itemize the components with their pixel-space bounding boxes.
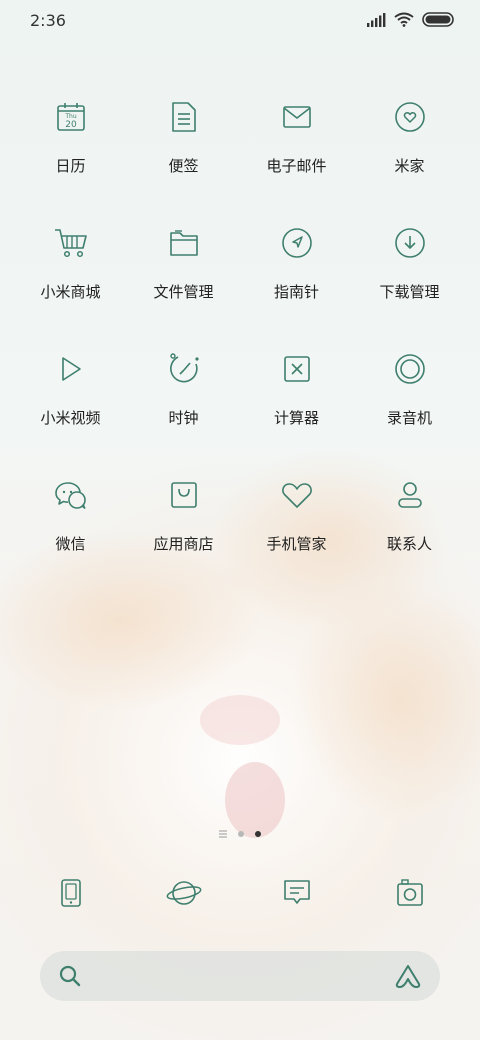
contacts-icon <box>388 473 432 517</box>
recorder-icon <box>388 347 432 391</box>
app-label: 应用商店 <box>153 535 214 553</box>
browser-planet-icon <box>166 881 201 905</box>
ai-assistant-icon[interactable] <box>394 963 422 989</box>
search-bar[interactable] <box>40 951 440 1001</box>
app-mi-store[interactable]: 小米商城 <box>14 221 127 347</box>
app-downloads[interactable]: 下载管理 <box>353 221 466 347</box>
app-label: 联系人 <box>386 535 432 553</box>
app-grid: Thu 20 日历 便签 电子邮件 米家 小米商城 文件管理 指南针 下载管理 … <box>14 95 466 599</box>
page-list-icon <box>219 830 227 838</box>
security-icon <box>275 473 319 517</box>
app-label: 文件管理 <box>153 283 214 301</box>
app-clock[interactable]: 时钟 <box>127 347 240 473</box>
notes-icon <box>162 95 206 139</box>
dock <box>14 870 466 916</box>
app-recorder[interactable]: 录音机 <box>353 347 466 473</box>
app-label: 下载管理 <box>379 283 440 301</box>
app-label: 时钟 <box>168 409 199 427</box>
compass-icon <box>275 221 319 265</box>
signal-icon <box>367 12 386 27</box>
messages-icon <box>283 880 310 904</box>
app-contacts[interactable]: 联系人 <box>353 473 466 599</box>
download-icon <box>388 221 432 265</box>
calendar-day: Thu <box>64 113 76 120</box>
camera-icon <box>396 879 423 906</box>
folder-icon <box>162 221 206 265</box>
clock-icon <box>162 347 206 391</box>
app-label: 日历 <box>55 157 86 175</box>
app-calculator[interactable]: 计算器 <box>240 347 353 473</box>
app-label: 计算器 <box>273 409 319 427</box>
mijia-icon <box>388 95 432 139</box>
app-notes[interactable]: 便签 <box>127 95 240 221</box>
calendar-icon: Thu 20 <box>49 95 93 139</box>
app-mijia[interactable]: 米家 <box>353 95 466 221</box>
search-icon <box>59 965 81 987</box>
cart-icon <box>49 221 93 265</box>
app-label: 手机管家 <box>266 535 327 553</box>
battery-icon <box>422 12 454 27</box>
dock-messages[interactable] <box>240 870 353 916</box>
app-label: 米家 <box>394 157 425 175</box>
calculator-icon <box>275 347 319 391</box>
wifi-icon <box>394 12 414 27</box>
app-label: 小米视频 <box>40 409 101 427</box>
wechat-icon <box>49 473 93 517</box>
app-label: 微信 <box>55 535 86 553</box>
status-time: 2:36 <box>30 11 66 30</box>
app-app-store[interactable]: 应用商店 <box>127 473 240 599</box>
app-mi-video[interactable]: 小米视频 <box>14 347 127 473</box>
app-store-icon <box>162 473 206 517</box>
play-icon <box>49 347 93 391</box>
app-label: 便签 <box>168 157 199 175</box>
calendar-date: 20 <box>65 120 77 130</box>
app-mail[interactable]: 电子邮件 <box>240 95 353 221</box>
app-label: 指南针 <box>273 283 319 301</box>
app-label: 录音机 <box>386 409 432 427</box>
page-dot-active <box>255 831 261 837</box>
page-dot <box>238 831 244 837</box>
app-wechat[interactable]: 微信 <box>14 473 127 599</box>
dock-camera[interactable] <box>353 870 466 916</box>
app-label: 电子邮件 <box>266 157 327 175</box>
status-icons <box>366 12 454 27</box>
app-security[interactable]: 手机管家 <box>240 473 353 599</box>
app-compass[interactable]: 指南针 <box>240 221 353 347</box>
dock-phone[interactable] <box>14 870 127 916</box>
app-calendar[interactable]: Thu 20 日历 <box>14 95 127 221</box>
dock-browser[interactable] <box>127 870 240 916</box>
app-file-manager[interactable]: 文件管理 <box>127 221 240 347</box>
mail-icon <box>275 95 319 139</box>
phone-icon <box>60 879 81 907</box>
status-bar: 2:36 <box>0 0 480 42</box>
app-label: 小米商城 <box>40 283 101 301</box>
page-indicator[interactable] <box>0 830 480 838</box>
